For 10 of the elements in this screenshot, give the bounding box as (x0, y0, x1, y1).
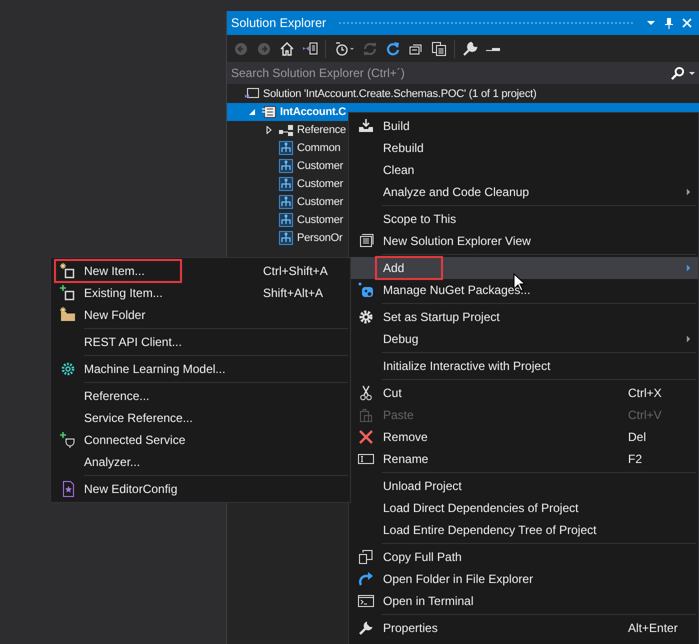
tree-item-label: Common (297, 142, 340, 154)
tree-item-label: IntAccount.C (280, 106, 346, 118)
tree-item-label: Customer (297, 214, 344, 226)
tree-item-label: Reference (297, 124, 346, 136)
tree-item-label: PersonOr (297, 232, 342, 244)
tree-item-label: Customer (297, 196, 344, 208)
tree-item-label: Solution 'IntAccount.Create.Schemas.POC' (1 of 1 project) (263, 88, 536, 100)
panel-title: Solution Explorer (231, 16, 326, 30)
tree-item-label: Customer (297, 178, 344, 190)
tree-item-label: Customer (297, 160, 344, 172)
